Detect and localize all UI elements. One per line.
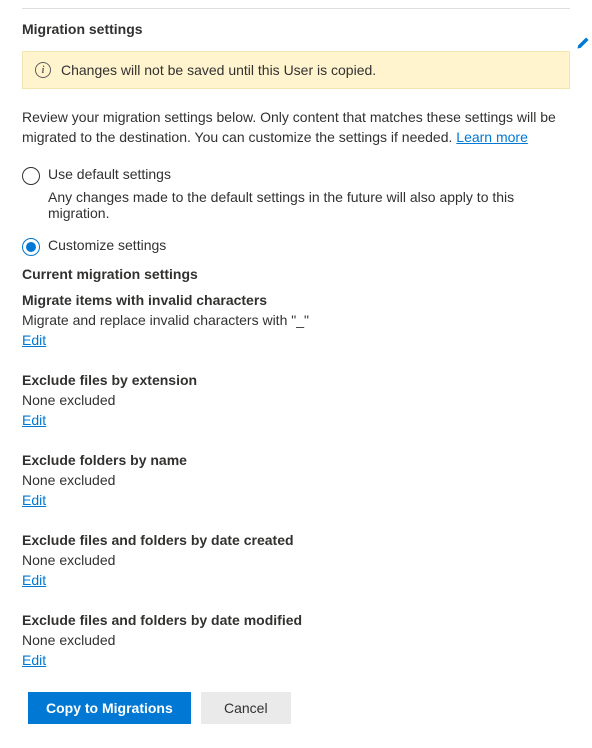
radio-custom-row[interactable]: Customize settings [22, 237, 570, 256]
setting-invalid-chars: Migrate items with invalid characters Mi… [22, 292, 570, 348]
section-title: Migration settings [22, 21, 570, 37]
edit-invalid-chars-link[interactable]: Edit [22, 332, 46, 348]
radio-custom[interactable] [22, 238, 40, 256]
radio-default-row[interactable]: Use default settings [22, 166, 570, 185]
footer-buttons: Copy to Migrations Cancel [28, 692, 570, 724]
setting-title: Migrate items with invalid characters [22, 292, 570, 308]
cancel-button[interactable]: Cancel [201, 692, 291, 724]
learn-more-link[interactable]: Learn more [456, 129, 528, 145]
setting-value: None excluded [22, 472, 570, 488]
setting-exclude-extension: Exclude files by extension None excluded… [22, 372, 570, 428]
setting-value: None excluded [22, 632, 570, 648]
setting-exclude-folders: Exclude folders by name None excluded Ed… [22, 452, 570, 508]
edit-folders-link[interactable]: Edit [22, 492, 46, 508]
review-text: Review your migration settings below. On… [22, 107, 570, 148]
warning-banner: i Changes will not be saved until this U… [22, 51, 570, 89]
radio-default-desc: Any changes made to the default settings… [48, 189, 570, 221]
setting-title: Exclude files by extension [22, 372, 570, 388]
radio-default-label[interactable]: Use default settings [48, 166, 171, 182]
top-divider [22, 8, 570, 9]
setting-value: None excluded [22, 392, 570, 408]
edit-extension-link[interactable]: Edit [22, 412, 46, 428]
edit-section-icon[interactable] [576, 36, 590, 53]
info-icon: i [35, 62, 51, 78]
edit-date-created-link[interactable]: Edit [22, 572, 46, 588]
setting-exclude-date-created: Exclude files and folders by date create… [22, 532, 570, 588]
radio-custom-label[interactable]: Customize settings [48, 237, 166, 253]
copy-to-migrations-button[interactable]: Copy to Migrations [28, 692, 191, 724]
edit-date-modified-link[interactable]: Edit [22, 652, 46, 668]
setting-title: Exclude files and folders by date create… [22, 532, 570, 548]
setting-exclude-date-modified: Exclude files and folders by date modifi… [22, 612, 570, 668]
current-settings-heading: Current migration settings [22, 266, 570, 282]
setting-value: None excluded [22, 552, 570, 568]
setting-title: Exclude files and folders by date modifi… [22, 612, 570, 628]
banner-text: Changes will not be saved until this Use… [61, 62, 376, 78]
setting-value: Migrate and replace invalid characters w… [22, 312, 570, 328]
setting-title: Exclude folders by name [22, 452, 570, 468]
radio-default[interactable] [22, 167, 40, 185]
